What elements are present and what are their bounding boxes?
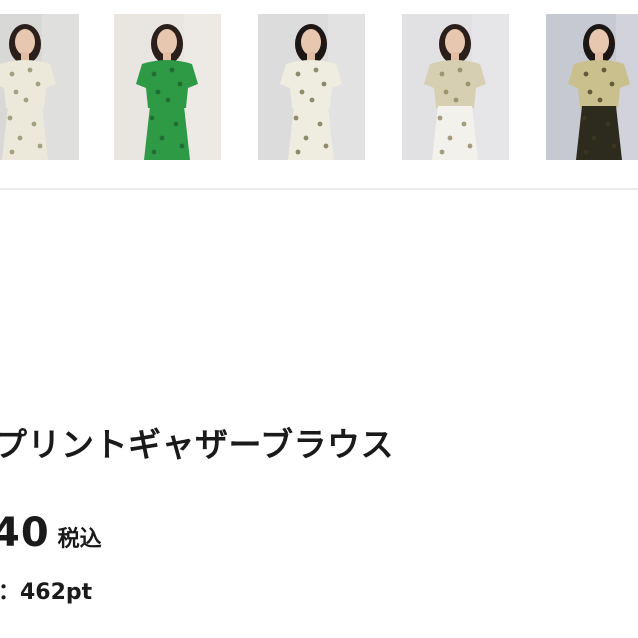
model-photo-5 [546, 14, 638, 160]
price-row: 40 税込 [0, 510, 102, 556]
model-photo-3 [258, 14, 365, 160]
thumbnail-4[interactable] [402, 14, 509, 160]
points-value: ：462pt [0, 580, 93, 605]
product-name: プリントギャザーブラウス [0, 425, 395, 464]
price-tax-label: 税込 [57, 527, 102, 552]
price-value: 40 [0, 510, 50, 556]
product-info: プリントギャザーブラウス 40 税込 ：462pt [0, 190, 638, 638]
model-photo-4 [402, 14, 509, 160]
model-photo-1 [0, 14, 79, 160]
thumbnail-2[interactable] [114, 14, 221, 160]
thumbnail-5[interactable] [546, 14, 638, 160]
model-photo-2 [114, 14, 221, 160]
thumbnail-strip [0, 0, 638, 190]
thumbnail-1[interactable] [0, 14, 79, 160]
thumbnail-3[interactable] [258, 14, 365, 160]
